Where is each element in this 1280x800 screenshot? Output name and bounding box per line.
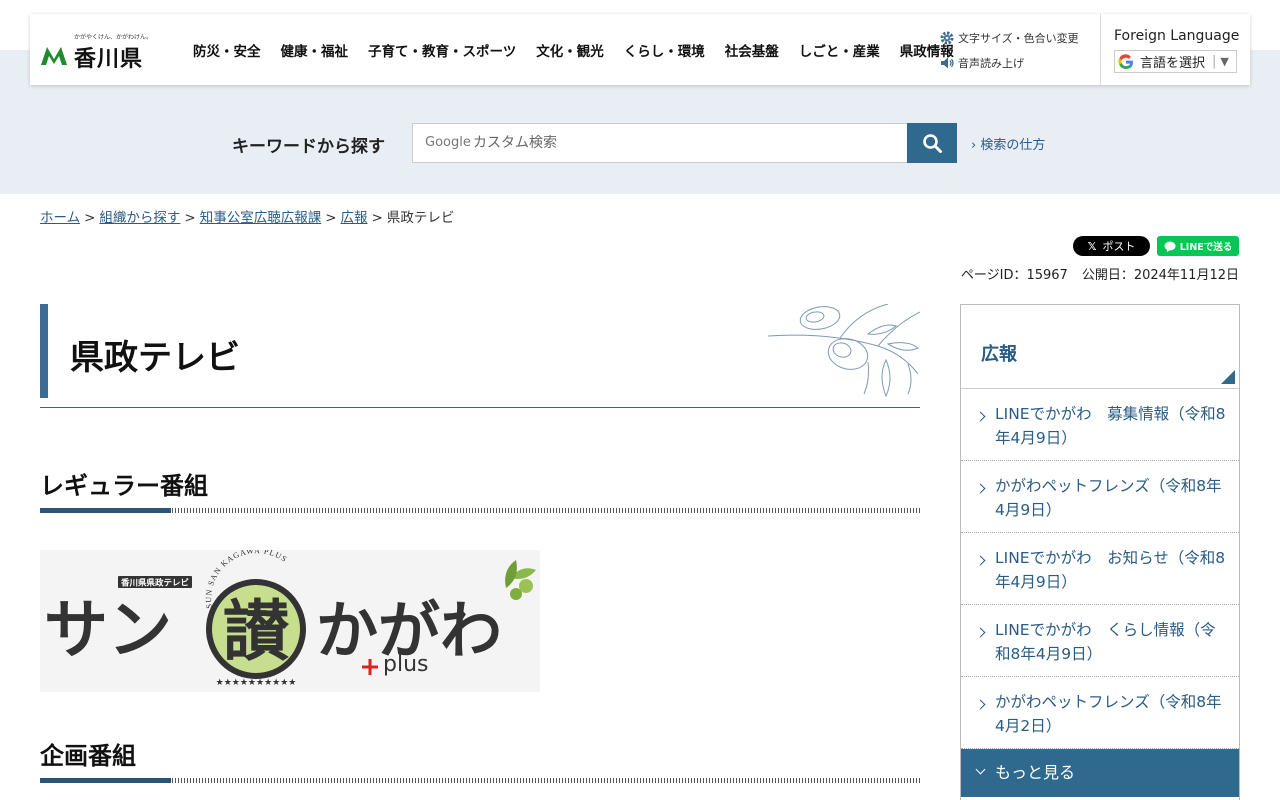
page-title-block: 県政テレビ: [40, 304, 920, 408]
page-id: ページID：15967: [960, 268, 1068, 283]
section-heading-regular-text: レギュラー番組: [40, 472, 208, 500]
read-aloud-label: 音声読み上げ: [958, 57, 1024, 70]
banner-plus-text: plus: [383, 652, 428, 677]
nav-item-work[interactable]: しごと・産業: [789, 40, 890, 60]
accessibility-tools: 文字サイズ・色合い変更 音声読み上げ: [940, 27, 1090, 74]
site-header: かがやくけん、かがわけん。 香川県 防災・安全 健康・福祉 子育て・教育・スポー…: [30, 14, 1250, 85]
global-nav: 防災・安全 健康・福祉 子育て・教育・スポーツ 文化・観光 くらし・環境 社会基…: [190, 14, 964, 85]
text-size-button[interactable]: 文字サイズ・色合い変更: [940, 27, 1090, 49]
page-title: 県政テレビ: [70, 338, 240, 378]
foreign-language: Foreign Language 言語を選択 | ▼: [1100, 14, 1250, 85]
kagawa-emblem-icon: [41, 47, 67, 65]
sidebar-title: 広報: [981, 344, 1017, 365]
banner-title-left: サン: [44, 594, 172, 668]
dropdown-arrow-icon: ▼: [1220, 55, 1229, 68]
search-howto-link[interactable]: › 検索の仕方: [971, 134, 1045, 153]
nav-item-childcare[interactable]: 子育て・教育・スポーツ: [358, 40, 526, 60]
breadcrumb-separator: >: [325, 210, 337, 226]
sidebar-more-button[interactable]: もっと見る: [961, 749, 1239, 797]
search-button[interactable]: [907, 123, 957, 163]
search-label: キーワードから探す: [232, 137, 385, 157]
sidebar-pr-menu: 広報 LINEでかがわ 募集情報（令和8年4月9日） かがわペットフレンズ（令和…: [960, 304, 1240, 800]
language-select-label: 言語を選択: [1140, 56, 1206, 71]
share-buttons: 𝕏 ポスト LINEで送る: [1073, 236, 1239, 256]
banner-stars: ★★★★★★★★★★: [216, 678, 297, 688]
sidebar-item[interactable]: LINEでかがわ お知らせ（令和8年4月9日）: [961, 533, 1239, 605]
page-meta: ページID：15967 公開日：2024年11月12日: [961, 264, 1239, 283]
line-icon: [1164, 241, 1176, 252]
sidebar-item[interactable]: LINEでかがわ くらし情報（令和8年4月9日）: [961, 605, 1239, 677]
nav-item-disaster[interactable]: 防災・安全: [190, 40, 271, 60]
corner-triangle-icon: [1221, 370, 1235, 384]
x-post-button[interactable]: 𝕏 ポスト: [1073, 236, 1150, 256]
logo-name: 香川県: [74, 47, 144, 72]
breadcrumb-department[interactable]: 知事公室広聴広報課: [200, 210, 322, 226]
heading-underline: [40, 508, 920, 513]
breadcrumb: ホーム > 組織から探す > 知事公室広聴広報課 > 広報 > 県政テレビ: [40, 206, 454, 226]
read-aloud-button[interactable]: 音声読み上げ: [940, 52, 1090, 74]
nav-item-culture[interactable]: 文化・観光: [526, 40, 614, 60]
heading-underline: [40, 778, 920, 783]
breadcrumb-home[interactable]: ホーム: [40, 210, 80, 226]
text-size-label: 文字サイズ・色合い変更: [958, 32, 1079, 45]
google-icon: [1118, 53, 1133, 69]
olive-branch-illustration: [768, 304, 920, 398]
section-heading-regular: レギュラー番組: [40, 466, 920, 526]
nav-item-infrastructure[interactable]: 社会基盤: [715, 40, 789, 60]
sidebar-header[interactable]: 広報: [961, 305, 1239, 389]
chevron-right-icon: ›: [971, 138, 977, 153]
breadcrumb-pr[interactable]: 広報: [341, 210, 368, 226]
breadcrumb-current: 県政テレビ: [386, 210, 455, 226]
section-heading-special-text: 企画番組: [40, 742, 136, 770]
sun-san-kagawa-plus-banner[interactable]: 香川県県政テレビ SUN SAN KAGAWA PLUS サン 讃 ★★★★★★…: [40, 546, 540, 692]
breadcrumb-separator: >: [84, 210, 96, 226]
nav-item-health[interactable]: 健康・福祉: [271, 40, 359, 60]
main-content: 県政テレビ レギュラー番組 香川県県政テレビ SUN SAN KAGAWA PL…: [40, 304, 920, 783]
section-heading-special: 企画番組: [40, 736, 920, 796]
breadcrumb-separator: >: [371, 210, 383, 226]
x-logo-icon: 𝕏: [1087, 239, 1097, 253]
sidebar-item[interactable]: かがわペットフレンズ（令和8年4月9日）: [961, 461, 1239, 533]
banner-small-label: 香川県県政テレビ: [120, 578, 190, 588]
x-post-label: ポスト: [1102, 240, 1136, 253]
heading-underline-accent: [40, 778, 171, 783]
banner-title-circle: 讃: [223, 593, 289, 670]
breadcrumb-organization[interactable]: 組織から探す: [99, 210, 180, 226]
sidebar-item[interactable]: かがわペットフレンズ（令和8年4月2日）: [961, 677, 1239, 749]
breadcrumb-separator: >: [184, 210, 196, 226]
keyword-search: キーワードから探す Google › 検索の仕方: [0, 123, 1280, 163]
search-input[interactable]: [412, 123, 908, 163]
logo-tagline: かがやくけん、かがわけん。: [74, 34, 153, 41]
speaker-icon: [941, 57, 954, 69]
nav-item-living[interactable]: くらし・環境: [614, 40, 715, 60]
search-icon: [923, 134, 942, 153]
gear-icon: [940, 31, 954, 45]
search-howto-label: 検索の仕方: [980, 138, 1046, 153]
site-logo[interactable]: かがやくけん、かがわけん。 香川県: [40, 32, 170, 72]
line-share-button[interactable]: LINEで送る: [1157, 236, 1239, 256]
select-divider: |: [1212, 54, 1217, 69]
sun-san-kagawa-logo: 香川県県政テレビ SUN SAN KAGAWA PLUS サン 讃 ★★★★★★…: [40, 546, 540, 692]
heading-underline-accent: [40, 508, 171, 513]
foreign-language-title: Foreign Language: [1114, 28, 1240, 44]
published-date: 公開日：2024年11月12日: [1081, 268, 1239, 283]
title-accent-bar: [40, 304, 48, 398]
language-select[interactable]: 言語を選択 | ▼: [1114, 50, 1237, 73]
sidebar-item[interactable]: LINEでかがわ 募集情報（令和8年4月9日）: [961, 389, 1239, 461]
line-share-label: LINEで送る: [1179, 242, 1233, 253]
